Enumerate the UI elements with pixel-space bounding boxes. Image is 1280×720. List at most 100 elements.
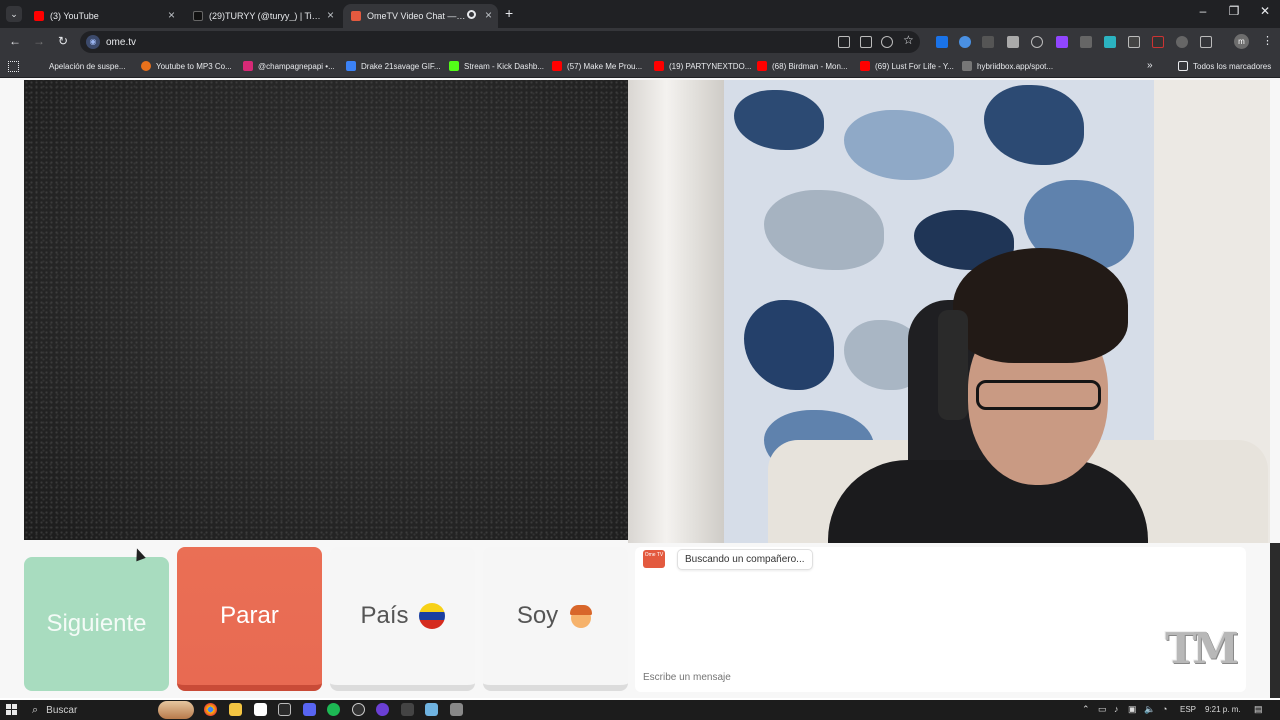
restore-icon[interactable]: ❐ — [1219, 4, 1249, 18]
close-window-icon[interactable]: ✕ — [1250, 4, 1280, 18]
bookmark-item[interactable]: (68) Birdman - Mon... — [757, 61, 848, 71]
tab-title: (3) YouTube — [50, 11, 99, 21]
tray-app-icon[interactable]: ▭ — [1098, 704, 1107, 715]
more-bookmarks-icon[interactable]: » — [1147, 60, 1153, 71]
curtain — [628, 80, 724, 543]
terminal-icon[interactable] — [401, 703, 414, 716]
discord-icon[interactable] — [303, 703, 316, 716]
extension-search-icon[interactable] — [1031, 36, 1043, 48]
bookmark-item[interactable]: Apelación de suspe... — [40, 61, 126, 71]
app-purple-icon[interactable] — [376, 703, 389, 716]
new-tab-button[interactable]: + — [505, 5, 513, 21]
all-bookmarks-label: Todos los marcadores — [1193, 61, 1272, 71]
extension-blue-icon[interactable] — [936, 36, 948, 48]
tab-tiktok[interactable]: (29)TURYY (@turyy_) | TikTok × — [185, 4, 340, 28]
screen-app-icon[interactable] — [425, 703, 438, 716]
bookmark-favicon-icon — [346, 61, 356, 71]
bookmark-label: (19) PARTYNEXTDO... — [669, 61, 752, 71]
tray-overflow-icon[interactable]: ⌃ — [1082, 704, 1090, 715]
bookmark-item[interactable]: hybriidbox.app/spot... — [962, 61, 1053, 71]
bookmark-label: @champagnepapi •... — [258, 61, 335, 71]
close-tab-icon[interactable]: × — [485, 8, 492, 22]
tiktok-favicon-icon — [193, 11, 203, 21]
clock[interactable]: 9:21 p. m. — [1205, 705, 1241, 714]
network-icon[interactable]: ▣ — [1128, 704, 1137, 715]
profile-avatar[interactable]: m — [1234, 34, 1249, 49]
bookmark-item[interactable]: Drake 21savage GIF... — [346, 61, 441, 71]
extension-bolt-icon[interactable] — [982, 36, 994, 48]
bookmark-favicon-icon — [757, 61, 767, 71]
tm-watermark-logo: TM — [1165, 624, 1239, 673]
chrome-taskbar-icon[interactable] — [204, 703, 217, 716]
bookmark-star-icon[interactable]: ☆ — [903, 33, 914, 47]
forward-icon[interactable]: → — [30, 34, 48, 48]
tray-update-icon[interactable]: ◔ — [1162, 704, 1167, 714]
extensions-puzzle-icon[interactable] — [1200, 36, 1212, 48]
minimize-icon[interactable]: – — [1188, 4, 1218, 18]
bookmark-item[interactable]: (19) PARTYNEXTDO... — [654, 61, 751, 71]
extension-twitch-icon[interactable] — [1056, 36, 1068, 48]
close-tab-icon[interactable]: × — [327, 8, 334, 22]
extension-wave-icon[interactable] — [959, 36, 971, 48]
person-hair — [953, 248, 1128, 363]
bookmark-item[interactable]: Youtube to MP3 Co... — [141, 61, 232, 71]
bookmark-favicon-icon — [141, 61, 151, 71]
gender-label: Soy — [516, 602, 559, 629]
next-label: Siguiente — [46, 610, 147, 637]
camo-shape — [844, 110, 954, 180]
microphone-icon[interactable]: ♪ — [1114, 704, 1119, 714]
stop-button[interactable]: Parar — [177, 547, 322, 691]
apps-grid-icon[interactable] — [8, 61, 19, 72]
message-input[interactable] — [643, 672, 1163, 683]
tab-search-icon[interactable]: ⌄ — [6, 6, 22, 22]
site-info-icon[interactable]: ◉ — [86, 35, 100, 49]
camo-shape — [744, 300, 834, 390]
tab-youtube[interactable]: (3) YouTube × — [26, 4, 181, 28]
extension-box-icon[interactable] — [1007, 36, 1019, 48]
bookmark-label: Drake 21savage GIF... — [361, 61, 441, 71]
extension-vo-icon[interactable] — [1080, 36, 1092, 48]
reload-icon[interactable]: ↻ — [54, 34, 72, 48]
windows-start-icon[interactable] — [6, 704, 18, 716]
country-button[interactable]: País — [330, 547, 475, 691]
back-icon[interactable]: ← — [6, 34, 24, 48]
volume-icon[interactable]: 🔈 — [1144, 704, 1155, 715]
browser-toolbar: ← → ↻ ◉ ome.tv ☆ m ⋮ — [0, 28, 1280, 56]
address-bar[interactable]: ◉ ome.tv — [80, 31, 920, 53]
language-indicator[interactable]: ESP — [1180, 705, 1196, 714]
gender-button[interactable]: Soy — [483, 547, 628, 691]
camo-shape — [984, 85, 1084, 165]
calendar-app-icon[interactable] — [254, 703, 267, 716]
bookmark-favicon-icon — [860, 61, 870, 71]
bookmark-label: (69) Lust For Life - Y... — [875, 61, 954, 71]
bookmark-item[interactable]: (57) Make Me Prou... — [552, 61, 642, 71]
extension-record-icon[interactable] — [1152, 36, 1164, 48]
notifications-icon[interactable]: ▤ — [1254, 704, 1263, 715]
next-button[interactable]: Siguiente — [24, 557, 169, 691]
person-shirt — [828, 460, 1148, 543]
extension-tool-icon[interactable] — [1104, 36, 1116, 48]
all-bookmarks-button[interactable]: Todos los marcadores — [1178, 61, 1271, 71]
bookmark-item[interactable]: @champagnepapi •... — [243, 61, 335, 71]
install-app-icon[interactable] — [860, 36, 872, 48]
bookmark-label: Stream - Kick Dashb... — [464, 61, 545, 71]
extension-circle-icon[interactable] — [1176, 36, 1188, 48]
close-tab-icon[interactable]: × — [168, 8, 175, 22]
youtube-favicon-icon — [34, 11, 44, 21]
speaker-app-icon[interactable] — [450, 703, 463, 716]
file-explorer-icon[interactable] — [229, 703, 242, 716]
spotify-icon[interactable] — [327, 703, 340, 716]
url-text: ome.tv — [106, 36, 137, 48]
translate-icon[interactable] — [838, 36, 850, 48]
browser-menu-icon[interactable]: ⋮ — [1262, 34, 1273, 47]
eye-icon[interactable] — [881, 36, 893, 48]
tab-ometv[interactable]: OmeTV Video Chat — Ome × — [343, 4, 498, 28]
obs-icon[interactable] — [352, 703, 365, 716]
bookmark-item[interactable]: (69) Lust For Life - Y... — [860, 61, 954, 71]
bookmark-item[interactable]: Stream - Kick Dashb... — [449, 61, 544, 71]
windows-taskbar: ⌕ Buscar ⌃ ▭ ♪ ▣ 🔈 ◔ ESP 9:21 p. m. ▤ — [0, 700, 1280, 720]
page-scrollbar[interactable] — [1270, 543, 1280, 698]
extension-camera-icon[interactable] — [1128, 36, 1140, 48]
bookmark-label: Youtube to MP3 Co... — [156, 61, 232, 71]
capcut-icon[interactable] — [278, 703, 291, 716]
